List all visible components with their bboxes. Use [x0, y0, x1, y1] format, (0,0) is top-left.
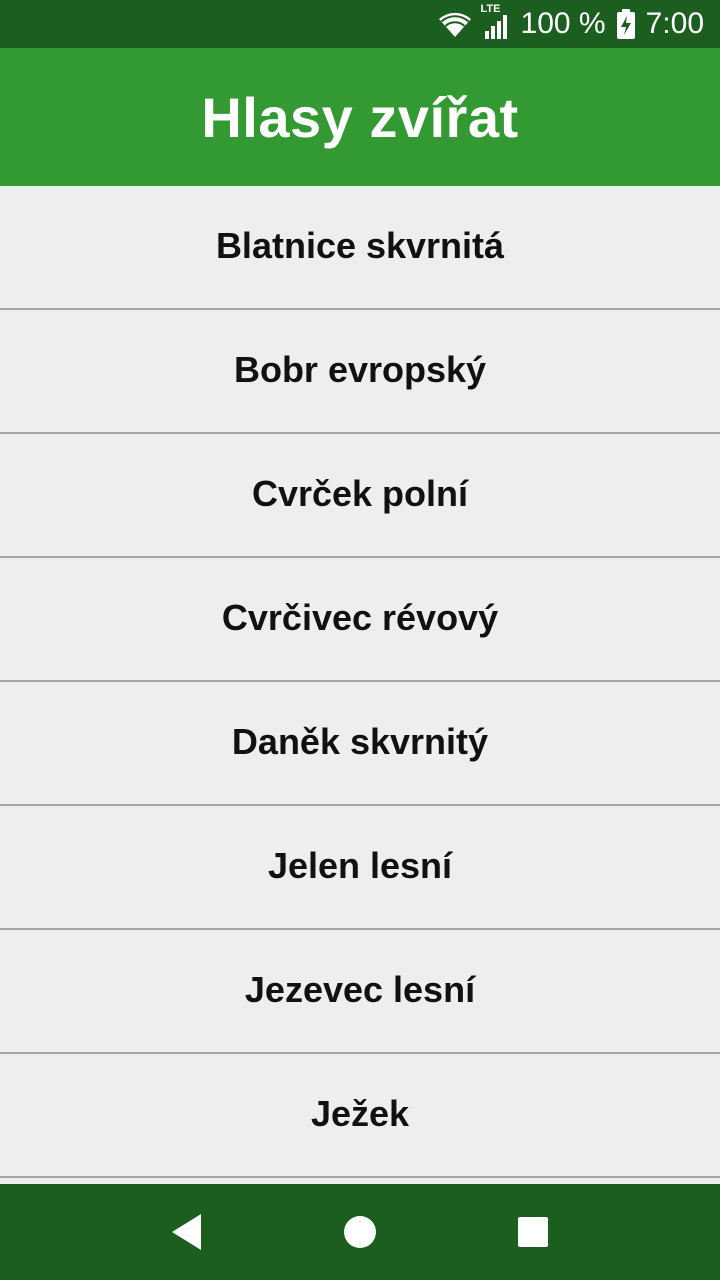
list-item[interactable]: Bobr evropský: [0, 310, 720, 434]
list-item[interactable]: Cvrčivec révový: [0, 558, 720, 682]
signal-icon: LTE: [481, 3, 511, 39]
recents-button[interactable]: [493, 1192, 573, 1272]
list-item[interactable]: Blatnice skvrnitá: [0, 186, 720, 310]
back-button[interactable]: [147, 1192, 227, 1272]
list-item[interactable]: Daněk skvrnitý: [0, 682, 720, 806]
battery-percentage: 100 %: [520, 7, 606, 40]
app-bar: Hlasy zvířat: [0, 48, 720, 186]
network-type-label: LTE: [480, 3, 501, 15]
back-icon: [171, 1214, 201, 1250]
list-item[interactable]: Jezevec lesní: [0, 930, 720, 1054]
list-item[interactable]: Ježek: [0, 1054, 720, 1178]
home-button[interactable]: [320, 1192, 400, 1272]
list-item[interactable]: Jelen lesní: [0, 806, 720, 930]
recents-icon: [518, 1217, 549, 1247]
status-bar: LTE 100 % 7:00: [0, 0, 720, 48]
navigation-bar: [0, 1184, 720, 1280]
clock-time: 7:00: [645, 7, 704, 40]
animal-list[interactable]: Blatnice skvrnitá Bobr evropský Cvrček p…: [0, 186, 720, 1184]
list-item[interactable]: Cvrček polní: [0, 434, 720, 558]
wifi-icon: [437, 10, 473, 38]
page-title: Hlasy zvířat: [201, 85, 519, 149]
battery-charging-icon: [616, 9, 636, 39]
home-icon: [343, 1216, 376, 1248]
